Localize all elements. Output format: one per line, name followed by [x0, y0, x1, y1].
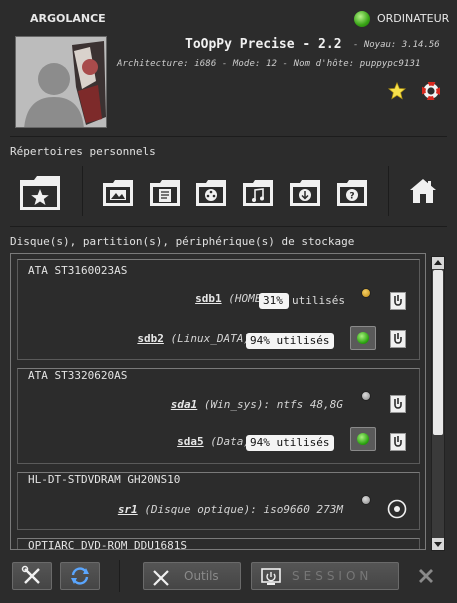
storage-title: Disque(s), partition(s), périphérique(s)… — [10, 235, 355, 248]
tools-icon — [21, 565, 40, 584]
distro-title: ToOpPy Precise - 2.2 — [185, 37, 342, 52]
close-icon[interactable] — [416, 566, 436, 586]
disk-label: ATA ST3160023AS — [28, 264, 128, 277]
device-link-sdb1[interactable]: sdb1 — [195, 292, 222, 305]
videos-folder-icon[interactable] — [193, 176, 229, 210]
partition-label: (Data) — [210, 435, 250, 448]
kernel-version: - Noyau: 3.14.56 — [353, 40, 440, 50]
status-led-grey — [361, 391, 371, 401]
partition-name[interactable]: sdb2 (Linux_DATA) — [78, 332, 250, 345]
session-label: SESSION — [292, 569, 373, 583]
usage-badge: 31% — [259, 293, 289, 309]
partition-label: (Linux_DATA) — [170, 332, 250, 345]
personal-directories-title: Répertoires personnels — [10, 145, 156, 158]
music-folder-icon[interactable] — [240, 176, 276, 210]
disk-label: ATA ST3320620AS — [28, 369, 128, 382]
tools-label: Outils — [184, 569, 219, 583]
partition-name[interactable]: sdb1 (HOME) — [168, 292, 268, 305]
scroll-thumb[interactable] — [433, 270, 443, 435]
partition-label: (Disque optique): iso9660 273M — [144, 503, 343, 516]
vertical-scrollbar[interactable] — [431, 256, 445, 551]
avatar[interactable] — [15, 36, 107, 128]
scroll-down-arrow-icon[interactable] — [432, 538, 444, 550]
divider — [388, 166, 389, 216]
pictures-folder-icon[interactable] — [100, 176, 136, 210]
partition-label: (Win_sys): ntfs 48,8G — [203, 398, 343, 411]
optical-disc-icon[interactable] — [387, 499, 407, 519]
divider — [119, 560, 120, 592]
usb-drive-icon[interactable] — [390, 433, 406, 451]
wrench-screwdriver-icon — [153, 570, 169, 586]
usb-drive-icon[interactable] — [390, 292, 406, 310]
refresh-icon — [71, 567, 89, 585]
mounted-toggle-button[interactable] — [350, 427, 376, 451]
favorites-folder-icon[interactable] — [18, 174, 62, 212]
username-label: ARGOLANCE — [30, 12, 106, 25]
usage-text: utilisés — [292, 294, 345, 307]
divider — [10, 226, 447, 227]
mounted-toggle-button[interactable] — [350, 326, 376, 350]
disk-group: HL-DT-STDVDRAM GH20NS10 sr1 (Disque opti… — [17, 472, 420, 530]
partition-name[interactable]: sr1 (Disque optique): iso9660 273M — [78, 503, 343, 516]
refresh-button[interactable] — [60, 562, 100, 590]
device-link-sda1[interactable]: sda1 — [171, 398, 198, 411]
downloads-folder-icon[interactable] — [287, 176, 323, 210]
usb-drive-icon[interactable] — [390, 330, 406, 348]
device-link-sdb2[interactable]: sdb2 — [137, 332, 164, 345]
session-icon — [261, 568, 281, 585]
device-link-sda5[interactable]: sda5 — [177, 435, 204, 448]
settings-button[interactable] — [12, 562, 52, 590]
disk-list-panel[interactable]: ATA ST3160023AS sdb1 (HOME) 31% utilisés… — [10, 253, 426, 550]
partition-name[interactable]: sda5 (Data) — [78, 435, 250, 448]
lifebuoy-icon[interactable] — [422, 82, 440, 100]
divider — [82, 166, 83, 216]
home-icon[interactable] — [408, 176, 438, 206]
usage-badge: 94% utilisés — [246, 435, 334, 451]
scroll-up-arrow-icon[interactable] — [432, 257, 444, 269]
disk-label: OPTIARC DVD-ROM DDU1681S — [28, 539, 187, 550]
partition-name[interactable]: sda1 (Win_sys): ntfs 48,8G — [78, 398, 343, 411]
svg-text:?: ? — [349, 192, 354, 202]
status-label: ORDINATEUR — [377, 12, 450, 25]
disk-label: HL-DT-STDVDRAM GH20NS10 — [28, 473, 181, 486]
status-led-icon — [354, 11, 370, 27]
status-led-grey — [361, 495, 371, 505]
divider — [10, 136, 447, 137]
device-link-sr1[interactable]: sr1 — [118, 503, 138, 516]
disk-group: ATA ST3160023AS sdb1 (HOME) 31% utilisés… — [17, 259, 420, 360]
tools-button[interactable]: Outils — [143, 562, 241, 590]
disk-group: OPTIARC DVD-ROM DDU1681S — [17, 538, 420, 550]
system-info-line: Architecture: i686 - Mode: 12 - Nom d'hô… — [117, 59, 421, 69]
session-button[interactable]: SESSION — [251, 562, 399, 590]
star-icon[interactable] — [388, 82, 406, 100]
disk-group: ATA ST3320620AS sda1 (Win_sys): ntfs 48,… — [17, 368, 420, 464]
documents-folder-icon[interactable] — [147, 176, 183, 210]
usage-badge: 94% utilisés — [246, 333, 334, 349]
usb-drive-icon[interactable] — [390, 395, 406, 413]
misc-folder-icon[interactable]: ? — [334, 176, 370, 210]
status-led-amber — [361, 288, 371, 298]
